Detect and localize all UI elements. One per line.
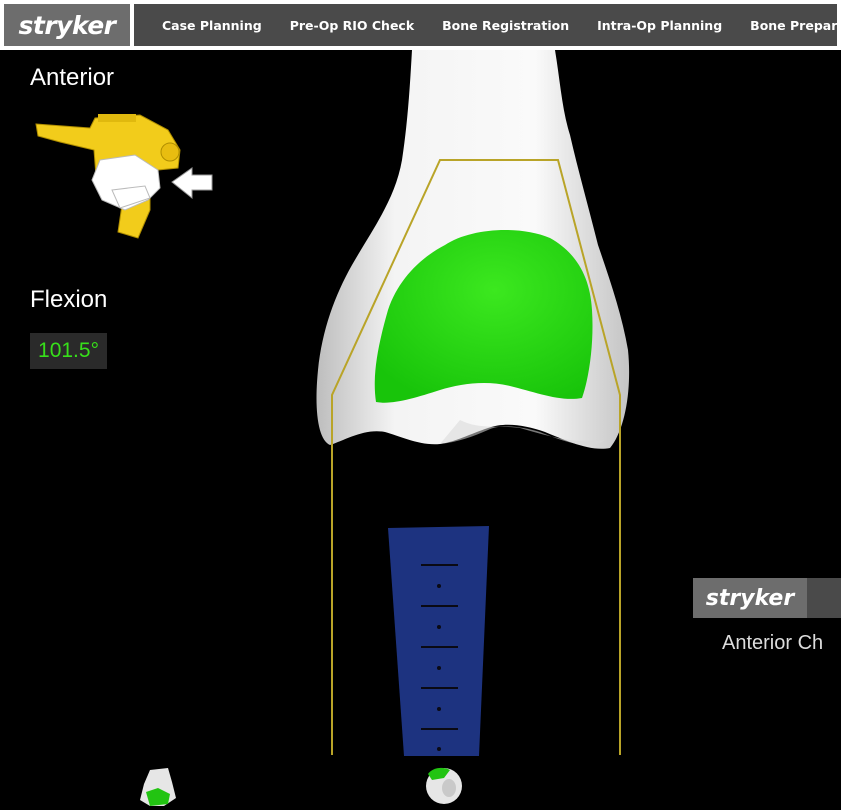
pointer-arrow-icon (171, 167, 213, 200)
logo-text: stryker (18, 10, 116, 40)
workflow-nav: Case Planning Pre-Op RIO Check Bone Regi… (134, 4, 841, 46)
flexion-value: 101.5° (38, 339, 99, 362)
tab-bone-registration[interactable]: Bone Registration (428, 18, 583, 33)
robotic-handpiece-icon (35, 114, 181, 239)
top-bar: stryker Case Planning Pre-Op RIO Check B… (0, 0, 841, 50)
tab-intra-op-planning[interactable]: Intra-Op Planning (583, 18, 736, 33)
tibial-guide (388, 526, 489, 756)
overlay-window-header: stryker (693, 578, 841, 618)
bone-view-3d (35, 50, 630, 806)
overlay-window-title: Anterior Ch (722, 632, 824, 654)
stryker-logo: stryker (4, 4, 130, 46)
flexion-label: Flexion (30, 286, 108, 313)
overlay-logo-text: stryker (705, 585, 795, 611)
view-orientation-label: Anterior (30, 64, 115, 91)
tab-bone-preparation[interactable]: Bone Preparation (736, 18, 841, 33)
femur-thumbnail-icon[interactable] (140, 768, 176, 806)
overlay-stryker-logo: stryker (693, 578, 807, 618)
tab-pre-op-rio-check[interactable]: Pre-Op RIO Check (276, 18, 428, 33)
tibia-thumbnail-icon[interactable] (426, 767, 462, 804)
flexion-readout: 101.5° (30, 333, 107, 369)
tab-case-planning[interactable]: Case Planning (134, 18, 276, 33)
